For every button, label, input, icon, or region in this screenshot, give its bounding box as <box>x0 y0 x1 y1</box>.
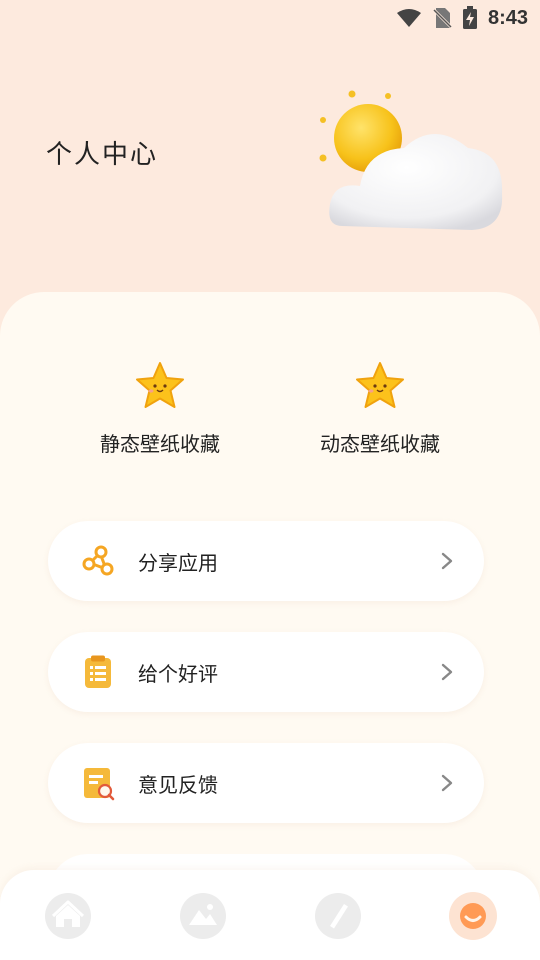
battery-charging-icon <box>462 6 477 29</box>
static-wallpaper-favorites[interactable]: 静态壁纸收藏 <box>50 360 270 457</box>
feedback-icon <box>84 768 115 801</box>
share-icon <box>82 545 114 576</box>
profile-face-icon <box>450 893 496 939</box>
pen-icon <box>315 893 361 939</box>
menu-rate-app[interactable]: 给个好评 <box>48 632 484 712</box>
chevron-right-icon <box>441 774 453 792</box>
dynamic-favorites-label: 动态壁纸收藏 <box>320 432 440 456</box>
home-icon <box>45 893 91 939</box>
no-sim-icon <box>432 8 452 29</box>
image-icon <box>180 893 226 939</box>
menu-label: 分享应用 <box>138 550 218 575</box>
star-icon <box>136 362 184 408</box>
bottom-navigation <box>0 870 540 960</box>
menu-feedback[interactable]: 意见反馈 <box>48 743 484 823</box>
star-icon <box>356 362 404 408</box>
clipboard-icon <box>85 655 111 688</box>
nav-profile[interactable] <box>449 892 497 940</box>
status-time: 8:43 <box>487 6 528 29</box>
nav-create[interactable] <box>314 892 362 940</box>
wifi-icon <box>396 9 421 27</box>
chevron-right-icon <box>441 552 453 570</box>
status-bar: 8:43 <box>0 0 540 36</box>
nav-home[interactable] <box>44 892 92 940</box>
nav-gallery[interactable] <box>179 892 227 940</box>
dynamic-wallpaper-favorites[interactable]: 动态壁纸收藏 <box>270 360 490 457</box>
menu-label: 意见反馈 <box>138 772 218 797</box>
menu-label: 给个好评 <box>138 661 218 686</box>
sun-cloud-icon <box>319 90 503 230</box>
page-title: 个人中心 <box>46 140 159 170</box>
menu-share-app[interactable]: 分享应用 <box>48 521 484 601</box>
chevron-right-icon <box>441 663 453 681</box>
static-favorites-label: 静态壁纸收藏 <box>100 432 220 456</box>
